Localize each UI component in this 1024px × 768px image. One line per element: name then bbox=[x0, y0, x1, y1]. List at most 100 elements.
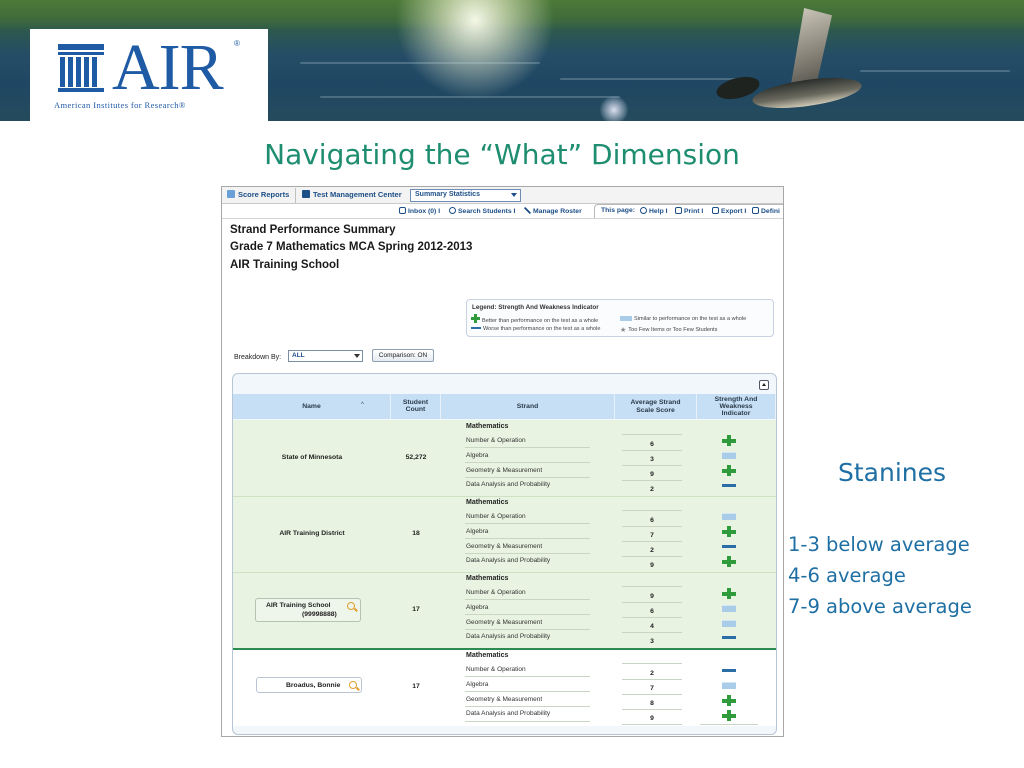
row-rule bbox=[465, 523, 590, 524]
strand-score: 9 bbox=[650, 562, 654, 569]
col-header-count-line2: Count bbox=[405, 406, 426, 413]
similar-bar-icon bbox=[722, 450, 736, 460]
water-ripple bbox=[560, 78, 740, 80]
tab-score-reports-label: Score Reports bbox=[238, 190, 290, 199]
score-rule bbox=[622, 480, 682, 481]
row-rule bbox=[465, 691, 590, 692]
export-link[interactable]: Export I bbox=[712, 207, 746, 215]
water-splash bbox=[600, 96, 628, 121]
collapse-icon[interactable] bbox=[759, 380, 769, 390]
score-rule bbox=[622, 465, 682, 466]
wrench-icon bbox=[524, 207, 531, 214]
score-rule bbox=[622, 526, 682, 527]
group-code: (99998888) bbox=[302, 611, 337, 618]
water-ripple bbox=[320, 96, 620, 98]
col-header-student-count: Student Count bbox=[391, 394, 441, 419]
group-name: Broadus, Bonnie bbox=[286, 682, 341, 689]
score-rule bbox=[622, 541, 682, 542]
stanine-range-low: 1-3 below average bbox=[788, 533, 970, 556]
col-header-strand-label: Strand bbox=[516, 403, 539, 410]
plus-icon bbox=[471, 314, 480, 323]
report-type-select[interactable]: Summary Statistics bbox=[410, 189, 521, 202]
strand-name: Number & Operation bbox=[466, 589, 526, 596]
indicator-rule bbox=[700, 724, 758, 725]
row-rule bbox=[465, 721, 590, 722]
help-label: Help I bbox=[649, 208, 668, 215]
plus-icon bbox=[722, 588, 736, 599]
strand-name: Algebra bbox=[466, 604, 489, 611]
subject-heading: Mathematics bbox=[466, 423, 509, 430]
logo-wordmark: AIR bbox=[112, 31, 224, 104]
score-rule bbox=[622, 632, 682, 633]
row-rule bbox=[465, 477, 590, 478]
plus-icon bbox=[722, 695, 736, 706]
subject-heading: Mathematics bbox=[466, 575, 509, 582]
legend-worse: Worse than performance on the test as a … bbox=[471, 326, 600, 332]
tab-test-management-label: Test Management Center bbox=[313, 190, 402, 199]
similar-bar-icon bbox=[722, 511, 736, 521]
strand-score: 8 bbox=[650, 700, 654, 707]
col-header-average-line1: Average Strand bbox=[630, 399, 681, 406]
legend-better: Better than performance on the test as a… bbox=[471, 314, 598, 324]
water-ripple bbox=[300, 62, 540, 64]
export-icon bbox=[712, 207, 719, 214]
search-students-label: Search Students I bbox=[458, 208, 516, 215]
col-header-name[interactable]: Name bbox=[233, 394, 391, 419]
score-rule bbox=[622, 617, 682, 618]
col-header-indicator: Strength And Weakness Indicator bbox=[697, 394, 776, 419]
group-name: State of Minnesota bbox=[281, 454, 343, 461]
search-students-link[interactable]: Search Students I bbox=[449, 207, 515, 215]
report-icon bbox=[227, 190, 235, 198]
similar-bar-icon bbox=[722, 618, 736, 628]
legend-similar: Similar to performance on the test as a … bbox=[620, 316, 746, 322]
help-link[interactable]: Help I bbox=[640, 207, 668, 215]
chevron-down-icon bbox=[511, 193, 517, 197]
strand-score: 7 bbox=[650, 532, 654, 539]
row-rule bbox=[465, 462, 590, 463]
score-rule bbox=[622, 709, 682, 710]
manage-roster-link[interactable]: Manage Roster bbox=[524, 207, 582, 215]
print-link[interactable]: Print I bbox=[675, 207, 703, 215]
comparison-toggle-button[interactable]: Comparison: ON bbox=[372, 349, 434, 362]
minus-icon bbox=[471, 327, 481, 329]
strand-score: 9 bbox=[650, 715, 654, 722]
inbox-link[interactable]: Inbox (0) I bbox=[399, 207, 440, 215]
stanine-range-average: 4-6 average bbox=[788, 564, 906, 587]
strand-name: Data Analysis and Probability bbox=[466, 557, 551, 564]
tab-score-reports[interactable]: Score Reports bbox=[227, 190, 289, 199]
row-rule bbox=[465, 553, 590, 554]
col-header-average: Average Strand Scale Score bbox=[615, 394, 697, 419]
similar-bar-icon bbox=[722, 680, 736, 690]
score-rule bbox=[622, 450, 682, 451]
legend-better-label: Better than performance on the test as a… bbox=[482, 318, 599, 324]
minus-icon bbox=[722, 665, 736, 675]
legend-similar-label: Similar to performance on the test as a … bbox=[634, 316, 747, 322]
report-subtitle: Grade 7 Mathematics MCA Spring 2012-2013 bbox=[230, 241, 473, 253]
breakdown-select[interactable]: ALL bbox=[288, 350, 363, 362]
school-drilldown-button[interactable]: AIR Training School (99998888) bbox=[255, 598, 361, 622]
student-drilldown-button[interactable]: Broadus, Bonnie bbox=[256, 677, 362, 693]
strand-score: 2 bbox=[650, 486, 654, 493]
strand-score: 6 bbox=[650, 441, 654, 448]
strand-score: 9 bbox=[650, 593, 654, 600]
strand-name: Algebra bbox=[466, 528, 489, 535]
nav-divider bbox=[295, 188, 296, 203]
tab-test-management[interactable]: Test Management Center bbox=[302, 190, 402, 199]
strand-score: 9 bbox=[650, 471, 654, 478]
header-banner: AIR ® American Institutes for Research® bbox=[0, 0, 1024, 121]
subject-heading: Mathematics bbox=[466, 652, 509, 659]
col-header-indicator-line3: Indicator bbox=[721, 410, 751, 417]
inbox-label: Inbox (0) I bbox=[408, 208, 441, 215]
breakdown-label: Breakdown By: bbox=[234, 354, 282, 361]
strand-score: 6 bbox=[650, 608, 654, 615]
sort-caret-icon[interactable]: ^ bbox=[361, 402, 364, 408]
definitions-link[interactable]: Defini bbox=[752, 207, 780, 215]
primary-nav: Score Reports Test Management Center Sum… bbox=[222, 187, 783, 204]
student-count: 17 bbox=[412, 683, 420, 690]
strand-score: 3 bbox=[650, 638, 654, 645]
inbox-icon bbox=[399, 207, 406, 214]
score-report-window: Score Reports Test Management Center Sum… bbox=[221, 186, 784, 737]
strand-name: Data Analysis and Probability bbox=[466, 481, 551, 488]
search-icon bbox=[449, 207, 456, 214]
export-label: Export I bbox=[721, 208, 747, 215]
